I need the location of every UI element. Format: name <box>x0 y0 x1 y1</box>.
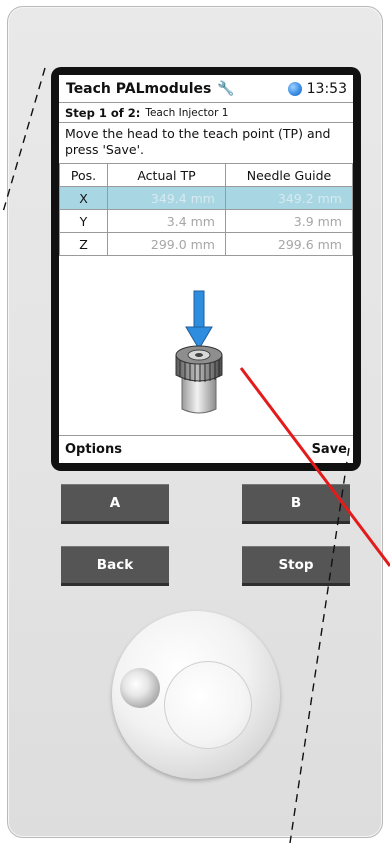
options-softkey[interactable]: Options <box>65 442 122 457</box>
screen-header: Teach PALmodules 🔧 13:53 <box>59 75 353 103</box>
row-guide: 349.2 mm <box>225 186 353 210</box>
b-button[interactable]: B <box>242 484 350 524</box>
knob-center[interactable] <box>164 661 252 749</box>
table-row-x[interactable]: X 349.4 mm 349.2 mm <box>59 186 353 210</box>
back-button[interactable]: Back <box>61 546 169 586</box>
row-pos: X <box>59 186 108 210</box>
step-indicator: Step 1 of 2: Teach Injector 1 <box>59 103 353 123</box>
down-arrow-icon <box>185 290 213 350</box>
injector-illustration <box>175 290 223 414</box>
display-screen: Teach PALmodules 🔧 13:53 Step 1 of 2: Te… <box>59 75 353 463</box>
row-actual: 299.0 mm <box>107 232 226 256</box>
injector-icon <box>175 345 223 414</box>
wrench-icon: 🔧 <box>217 80 235 97</box>
step-name: Teach Injector 1 <box>145 106 229 119</box>
stop-button[interactable]: Stop <box>242 546 350 586</box>
screen-title: Teach PALmodules <box>66 80 212 97</box>
column-header-guide: Needle Guide <box>225 163 353 187</box>
a-button[interactable]: A <box>61 484 169 524</box>
instruction-text: Move the head to the teach point (TP) an… <box>65 126 331 157</box>
clock-time: 13:53 <box>306 80 347 97</box>
column-header-actual: Actual TP <box>107 163 226 187</box>
row-pos: Z <box>59 232 108 256</box>
step-label: Step 1 of 2: <box>65 105 141 120</box>
table-row-y[interactable]: Y 3.4 mm 3.9 mm <box>59 209 353 233</box>
knob-grip-dimple <box>120 668 160 708</box>
row-pos: Y <box>59 209 108 233</box>
softkey-bar: Options Save <box>59 435 353 463</box>
row-actual: 349.4 mm <box>107 186 226 210</box>
status-dot-icon <box>287 81 302 96</box>
save-softkey[interactable]: Save <box>312 442 347 457</box>
teach-point-table: Pos. Actual TP Needle Guide X 349.4 mm 3… <box>59 163 353 256</box>
row-guide: 3.9 mm <box>225 209 353 233</box>
row-actual: 3.4 mm <box>107 209 226 233</box>
table-row-z[interactable]: Z 299.0 mm 299.6 mm <box>59 232 353 256</box>
column-header-pos: Pos. <box>59 163 108 187</box>
row-guide: 299.6 mm <box>225 232 353 256</box>
table-header-row: Pos. Actual TP Needle Guide <box>59 163 353 187</box>
